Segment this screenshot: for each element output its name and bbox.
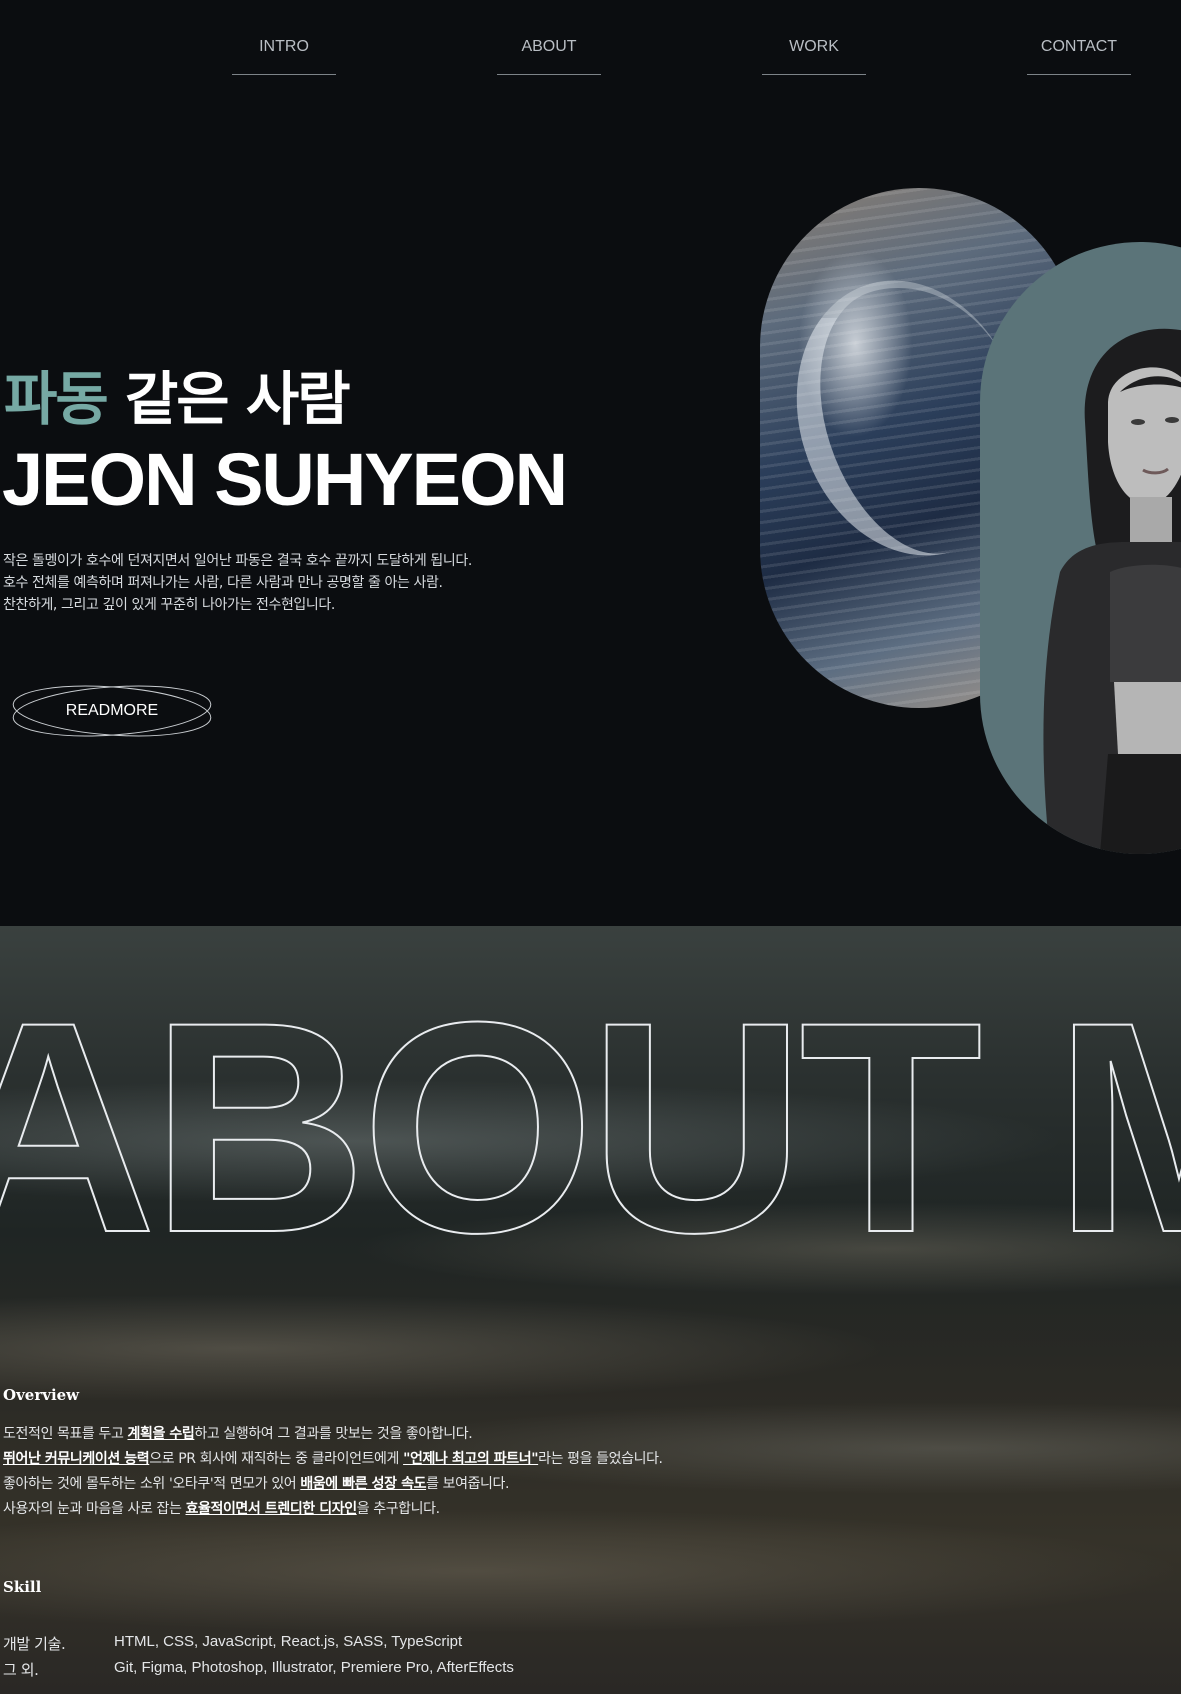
hero-title-korean: 파동 같은 사람 <box>4 352 351 436</box>
top-nav: INTRO ABOUT WORK CONTACT <box>0 0 1181 90</box>
overview-segment: 도전적인 목표를 두고 <box>3 1426 128 1442</box>
hero-description-line: 찬찬하게, 그리고 깊이 있게 꾸준히 나아가는 전수현입니다. <box>3 597 335 613</box>
overview-highlight: 뛰어난 커뮤니케이션 능력 <box>3 1451 150 1467</box>
about-big-title: ABOUT ME <box>0 959 1181 1266</box>
overview-line: 뛰어난 커뮤니케이션 능력으로 PR 회사에 재직하는 중 클라이언트에게 "언… <box>3 1447 903 1472</box>
overview-heading: Overview <box>3 1386 80 1404</box>
skill-key: 개발 기술. <box>3 1635 66 1653</box>
hero-title-rest: 같은 사람 <box>106 365 351 433</box>
nav-work[interactable]: WORK <box>762 38 866 75</box>
overview-segment: 사용자의 눈과 마음을 사로 잡는 <box>3 1501 186 1517</box>
overview-highlight: 계획을 수립 <box>127 1426 195 1442</box>
overview-text: 도전적인 목표를 두고 계획을 수립하고 실행하여 그 결과를 맛보는 것을 좋… <box>3 1422 903 1522</box>
overview-segment: 을 추구합니다. <box>356 1501 440 1517</box>
readmore-label: READMORE <box>65 702 159 719</box>
profile-photo <box>980 242 1181 854</box>
skill-value: HTML, CSS, JavaScript, React.js, SASS, T… <box>114 1633 463 1650</box>
skill-heading: Skill <box>3 1578 42 1596</box>
overview-highlight: 배움에 빠른 성장 속도 <box>300 1476 427 1492</box>
hero-title-accent: 파동 <box>4 365 109 433</box>
nav-about[interactable]: ABOUT <box>497 38 601 75</box>
overview-segment: 라는 평을 들었습니다. <box>538 1451 663 1467</box>
skill-value: Git, Figma, Photoshop, Illustrator, Prem… <box>114 1659 514 1676</box>
readmore-button[interactable]: READMORE <box>10 678 214 744</box>
overview-line: 사용자의 눈과 마음을 사로 잡는 효율적이면서 트렌디한 디자인을 추구합니다… <box>3 1497 903 1522</box>
overview-segment: 좋아하는 것에 몰두하는 소위 '오타쿠'적 면모가 있어 <box>3 1476 301 1492</box>
hero-description: 작은 돌멩이가 호수에 던져지면서 일어난 파동은 결국 호수 끝까지 도달하게… <box>3 550 623 616</box>
skill-key: 그 외. <box>3 1661 39 1679</box>
hero-section: 파동 같은 사람 JEON SUHYEON 작은 돌멩이가 호수에 던져지면서 … <box>0 90 1181 926</box>
hero-title-english: JEON SUHYEON <box>2 438 568 521</box>
overview-highlight: "언제나 최고의 파트너" <box>403 1451 539 1467</box>
person-portrait-icon <box>1043 328 1181 854</box>
overview-segment: 으로 PR 회사에 재직하는 중 클라이언트에게 <box>149 1451 404 1467</box>
hero-description-line: 작은 돌멩이가 호수에 던져지면서 일어난 파동은 결국 호수 끝까지 도달하게… <box>3 553 472 569</box>
hero-description-line: 호수 전체를 예측하며 퍼져나가는 사람, 다른 사람과 만나 공명할 줄 아는… <box>3 575 443 591</box>
about-section: ABOUT ME Overview 도전적인 목표를 두고 계획을 수립하고 실… <box>0 926 1181 1694</box>
nav-contact[interactable]: CONTACT <box>1027 38 1131 75</box>
overview-highlight: 효율적이면서 트렌디한 디자인 <box>185 1501 358 1517</box>
nav-intro[interactable]: INTRO <box>232 38 336 75</box>
overview-segment: 를 보여줍니다. <box>426 1476 510 1492</box>
overview-line: 좋아하는 것에 몰두하는 소위 '오타쿠'적 면모가 있어 배움에 빠른 성장 … <box>3 1472 903 1497</box>
overview-segment: 하고 실행하여 그 결과를 맛보는 것을 좋아합니다. <box>194 1426 473 1442</box>
overview-line: 도전적인 목표를 두고 계획을 수립하고 실행하여 그 결과를 맛보는 것을 좋… <box>3 1422 903 1447</box>
about-me-outline-title: ABOUT ME <box>0 958 1181 1266</box>
